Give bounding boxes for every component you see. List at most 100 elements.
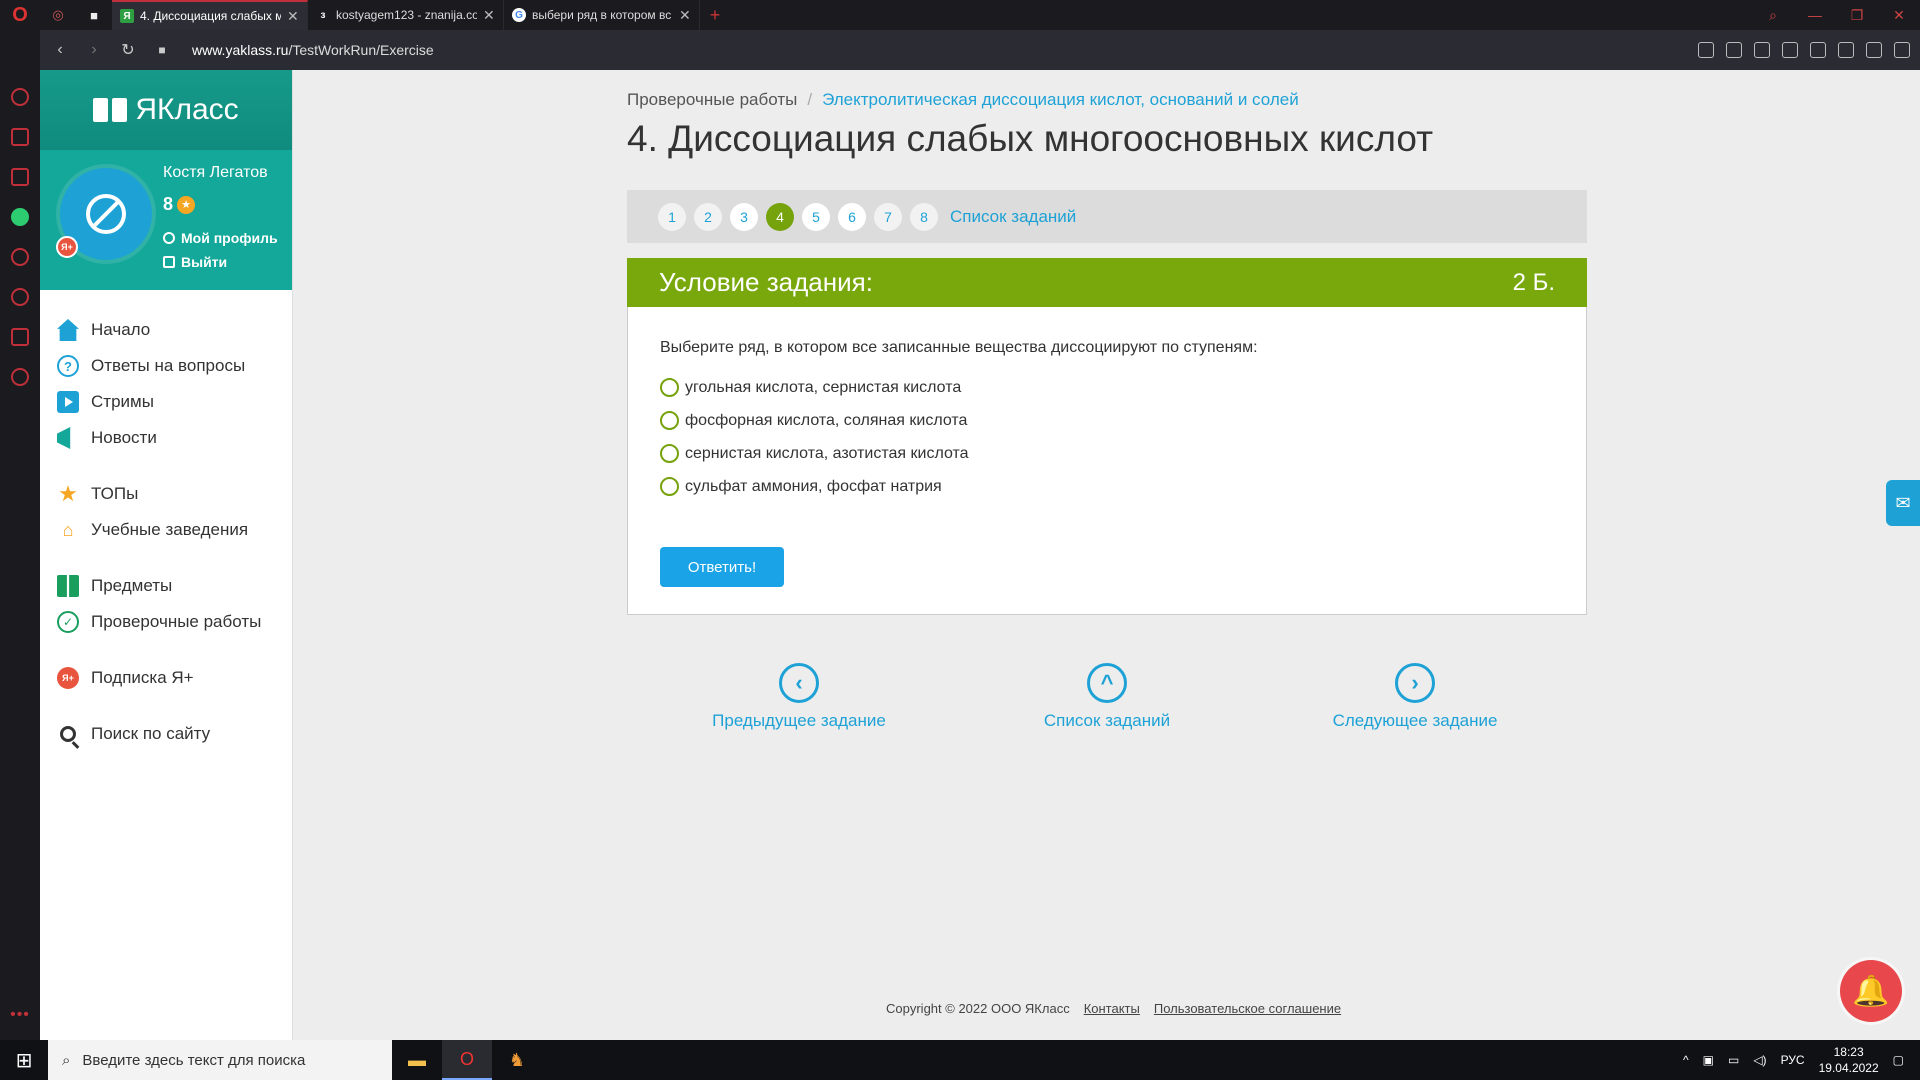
minimize-icon[interactable]: — bbox=[1794, 0, 1836, 30]
option-label[interactable]: сульфат аммония, фосфат натрия bbox=[685, 478, 942, 496]
workspace-icon[interactable] bbox=[11, 128, 29, 146]
camera-icon[interactable] bbox=[1726, 42, 1742, 58]
contacts-link[interactable]: Контакты bbox=[1084, 1001, 1140, 1016]
logout-link[interactable]: Выйти bbox=[163, 254, 227, 270]
opera-menu-icon[interactable]: O bbox=[0, 0, 40, 30]
task-number-1[interactable]: 1 bbox=[658, 202, 686, 231]
books-icon bbox=[57, 575, 79, 597]
breadcrumb-root[interactable]: Проверочные работы bbox=[627, 90, 797, 110]
radio-icon[interactable] bbox=[660, 378, 679, 397]
settings-icon[interactable] bbox=[11, 368, 29, 386]
chevron-up-icon[interactable]: ^ bbox=[1683, 1053, 1689, 1067]
mail-feedback-icon[interactable]: ✉ bbox=[1886, 480, 1920, 526]
speed-dial-icon[interactable] bbox=[11, 88, 29, 106]
browser-tab-znanija[interactable]: з kostyagem123 - znanija.co ✕ bbox=[308, 0, 504, 30]
new-tab-icon[interactable]: + bbox=[700, 0, 730, 30]
close-tab-icon[interactable]: ✕ bbox=[287, 8, 299, 25]
restore-icon[interactable]: ❐ bbox=[1836, 0, 1878, 30]
answer-option[interactable]: угольная кислота, сернистая кислота bbox=[660, 371, 1554, 404]
next-task-link[interactable]: › Следующее задание bbox=[1295, 663, 1535, 731]
sidebar-item-subscription[interactable]: Я+ Подписка Я+ bbox=[40, 660, 292, 696]
copyright-text: Copyright © 2022 ООО ЯКласс bbox=[886, 1001, 1070, 1016]
sidebar-item-search[interactable]: Поиск по сайту bbox=[40, 716, 292, 752]
answer-option[interactable]: фосфорная кислота, соляная кислота bbox=[660, 404, 1554, 437]
tab-search-icon[interactable]: ⌕ bbox=[1752, 0, 1794, 30]
sidebar-item-label: Стримы bbox=[91, 392, 154, 411]
windows-start-icon[interactable]: ⊞ bbox=[0, 1048, 48, 1073]
opera-taskbar-icon[interactable]: O bbox=[442, 1040, 492, 1080]
easy-setup-icon[interactable] bbox=[1894, 42, 1910, 58]
volume-icon[interactable]: ◁) bbox=[1753, 1053, 1766, 1067]
question-text: Выберите ряд, в котором все записанные в… bbox=[660, 339, 1258, 356]
task-number-5[interactable]: 5 bbox=[802, 202, 830, 231]
sidebar-item-streams[interactable]: Стримы bbox=[40, 384, 292, 420]
task-number-6[interactable]: 6 bbox=[838, 202, 866, 231]
heart-icon[interactable] bbox=[1810, 42, 1826, 58]
extension-icon[interactable] bbox=[1838, 42, 1854, 58]
game-taskbar-icon[interactable]: ♞ bbox=[492, 1040, 542, 1080]
option-label[interactable]: сернистая кислота, азотистая кислота bbox=[685, 445, 969, 463]
breadcrumb-current[interactable]: Электролитическая диссоциация кислот, ос… bbox=[822, 90, 1299, 110]
share-icon[interactable] bbox=[1698, 42, 1714, 58]
task-list-link[interactable]: Список заданий bbox=[950, 207, 1076, 227]
radio-icon[interactable] bbox=[660, 411, 679, 430]
task-number-4[interactable]: 4 bbox=[766, 202, 794, 231]
taskbar-search-input[interactable]: ⌕ Введите здесь текст для поиска bbox=[48, 1040, 392, 1080]
task-number-8[interactable]: 8 bbox=[910, 202, 938, 231]
answer-option[interactable]: сульфат аммония, фосфат натрия bbox=[660, 470, 1554, 503]
sidebar-item-tests[interactable]: ✓ Проверочные работы bbox=[40, 604, 292, 640]
close-tab-icon[interactable]: ✕ bbox=[679, 7, 691, 24]
player-icon[interactable] bbox=[11, 248, 29, 266]
option-label[interactable]: угольная кислота, сернистая кислота bbox=[685, 379, 961, 397]
cube-icon[interactable] bbox=[1866, 42, 1882, 58]
option-label[interactable]: фосфорная кислота, соляная кислота bbox=[685, 412, 967, 430]
prev-task-link[interactable]: ‹ Предыдущее задание bbox=[679, 663, 919, 731]
messenger-icon[interactable]: ■ bbox=[76, 0, 112, 30]
url-field[interactable]: www.yaklass.ru/TestWorkRun/Exercise bbox=[192, 42, 434, 58]
task-number-3[interactable]: 3 bbox=[730, 202, 758, 231]
notification-bell-icon[interactable]: 🔔 bbox=[1840, 960, 1902, 1022]
sidebar-item-home[interactable]: Начало bbox=[40, 312, 292, 348]
twitch-icon[interactable] bbox=[11, 168, 29, 186]
extensions-icon[interactable] bbox=[11, 328, 29, 346]
webcam-icon[interactable]: ▣ bbox=[1703, 1053, 1714, 1067]
history-icon[interactable] bbox=[11, 288, 29, 306]
profile-name: Костя Легатов bbox=[163, 164, 268, 181]
window-controls: ⌕ — ❐ ✕ bbox=[1752, 0, 1920, 30]
sidebar-item-answers[interactable]: ? Ответы на вопросы bbox=[40, 348, 292, 384]
clock[interactable]: 18:23 19.04.2022 bbox=[1819, 1044, 1879, 1076]
site-logo[interactable]: ЯКласс bbox=[40, 70, 292, 150]
answer-option[interactable]: сернистая кислота, азотистая кислота bbox=[660, 437, 1554, 470]
my-profile-link[interactable]: Мой профиль bbox=[163, 230, 278, 246]
network-icon[interactable]: ▭ bbox=[1728, 1053, 1739, 1067]
back-icon[interactable]: ‹ bbox=[50, 41, 70, 59]
close-tab-icon[interactable]: ✕ bbox=[483, 7, 495, 24]
forward-icon[interactable]: › bbox=[84, 41, 104, 59]
user-agreement-link[interactable]: Пользовательское соглашение bbox=[1154, 1001, 1341, 1016]
game-icon[interactable]: ◎ bbox=[40, 0, 76, 30]
browser-tab-yaklass[interactable]: Я 4. Диссоциация слабых м ✕ bbox=[112, 0, 308, 30]
notifications-icon[interactable]: ▢ bbox=[1893, 1053, 1904, 1067]
send-icon[interactable] bbox=[1782, 42, 1798, 58]
radio-icon[interactable] bbox=[660, 477, 679, 496]
language-indicator[interactable]: РУС bbox=[1781, 1053, 1805, 1067]
close-window-icon[interactable]: ✕ bbox=[1878, 0, 1920, 30]
browser-tab-google[interactable]: G выбери ряд в котором вс ✕ bbox=[504, 0, 700, 30]
submit-answer-button[interactable]: Ответить! bbox=[660, 547, 784, 587]
task-number-2[interactable]: 2 bbox=[694, 202, 722, 231]
radio-icon[interactable] bbox=[660, 444, 679, 463]
more-icon[interactable]: ••• bbox=[10, 1006, 30, 1024]
adblock-icon[interactable] bbox=[1754, 42, 1770, 58]
condition-header: Условие задания: 2 Б. bbox=[627, 258, 1587, 307]
task-list-bottom-link[interactable]: ^ Список заданий bbox=[987, 663, 1227, 731]
file-explorer-icon[interactable]: ▬ bbox=[392, 1040, 442, 1080]
book-logo-icon bbox=[93, 98, 128, 122]
sidebar-item-news[interactable]: Новости bbox=[40, 420, 292, 456]
sidebar-item-tops[interactable]: ★ ТОПы bbox=[40, 476, 292, 512]
sidebar-item-label: Поиск по сайту bbox=[91, 724, 211, 743]
reload-icon[interactable]: ↻ bbox=[118, 40, 138, 60]
whatsapp-icon[interactable] bbox=[11, 208, 29, 226]
sidebar-item-schools[interactable]: ⌂ Учебные заведения bbox=[40, 512, 292, 548]
task-number-7[interactable]: 7 bbox=[874, 202, 902, 231]
sidebar-item-subjects[interactable]: Предметы bbox=[40, 568, 292, 604]
